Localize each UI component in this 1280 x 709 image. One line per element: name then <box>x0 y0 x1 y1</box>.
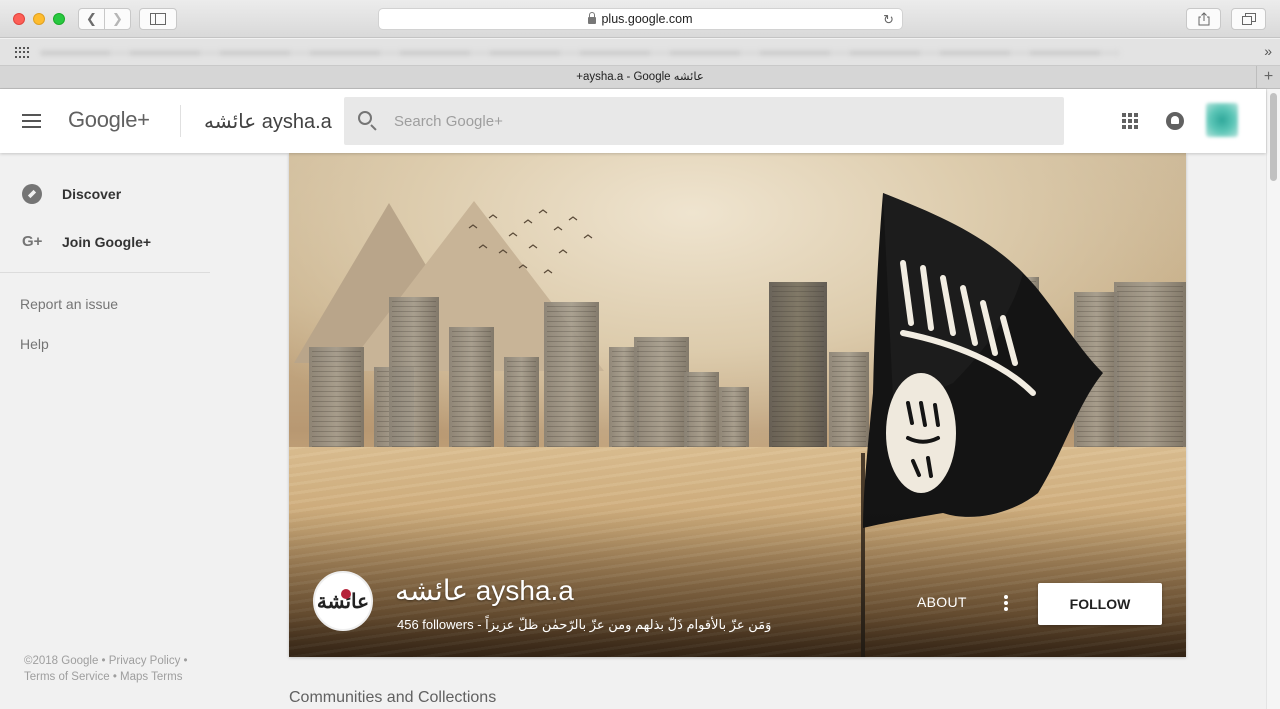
rose-icon <box>341 589 351 599</box>
nav-item-label: Discover <box>62 186 122 202</box>
profile-meta: 456 followers - وَمَن عزّ بالأقوام ذَلّ … <box>397 617 771 633</box>
show-tabs-button[interactable] <box>1231 8 1266 30</box>
new-tab-button[interactable]: + <box>1256 66 1280 88</box>
more-options-icon[interactable] <box>1004 595 1008 611</box>
back-button[interactable]: ❮ <box>78 8 105 30</box>
blurred-bookmarks <box>40 50 1120 56</box>
more-bookmarks-icon[interactable]: » <box>1264 43 1272 59</box>
forward-button[interactable]: ❯ <box>104 8 131 30</box>
compass-icon <box>22 184 42 204</box>
search-input[interactable] <box>394 109 994 133</box>
lock-icon <box>588 11 597 24</box>
nav-item-label: Join Google+ <box>62 234 152 250</box>
notifications-icon[interactable] <box>1166 112 1184 130</box>
about-button[interactable]: ABOUT <box>917 594 967 610</box>
followers-count[interactable]: 456 followers <box>397 617 474 632</box>
scrollbar-thumb[interactable] <box>1270 93 1277 181</box>
header-divider <box>180 105 181 137</box>
google-plus-icon: G+ <box>22 233 43 250</box>
follow-button[interactable]: FOLLOW <box>1038 583 1162 625</box>
google-plus-logo[interactable]: Google+ <box>68 107 150 133</box>
address-bar[interactable]: plus.google.com ↻ <box>378 8 903 30</box>
url-text: plus.google.com <box>601 12 693 26</box>
nav-item-join-google-plus[interactable]: G+ Join Google+ <box>0 222 210 262</box>
left-navigation: Discover G+ Join Google+ Report an issue… <box>0 153 210 709</box>
footer-links[interactable]: ©2018 Google • Privacy Policy • Terms of… <box>24 653 204 685</box>
nav-item-discover[interactable]: Discover <box>0 174 210 214</box>
building <box>1114 282 1186 467</box>
browser-toolbar: ❮ ❯ plus.google.com ↻ <box>0 0 1280 38</box>
nav-divider <box>0 272 210 273</box>
chevron-right-icon: ❯ <box>112 11 123 26</box>
page-scrollbar[interactable] <box>1266 89 1280 709</box>
profile-name: عائشه aysha.a <box>395 575 574 606</box>
google-apps-icon[interactable] <box>1122 113 1138 129</box>
profile-avatar[interactable]: عائشة <box>313 571 373 631</box>
close-window-button[interactable] <box>13 13 25 25</box>
chevron-left-icon: ❮ <box>86 11 97 26</box>
sidebar-icon <box>150 13 166 25</box>
show-sidebar-button[interactable] <box>139 8 177 30</box>
tab-bar: +aysha.a - Google عائشه + <box>0 66 1280 89</box>
profile-tagline: وَمَن عزّ بالأقوام ذَلّ بذلهم ومن عزّ با… <box>485 617 772 632</box>
header-profile-name: عائشه aysha.a <box>204 111 332 133</box>
profile-cover: عائشة عائشه aysha.a 456 followers - وَمَ… <box>289 153 1186 657</box>
search-box[interactable] <box>344 97 1064 145</box>
share-icon <box>1198 12 1209 26</box>
tabs-overview-icon <box>1241 13 1256 25</box>
help-link[interactable]: Help <box>20 336 49 352</box>
birds-graphic <box>468 209 593 274</box>
communities-collections-heading: Communities and Collections <box>289 689 497 706</box>
gplus-header: Google+ عائشه aysha.a <box>0 89 1266 153</box>
search-icon[interactable] <box>358 111 372 125</box>
share-button[interactable] <box>1186 8 1221 30</box>
menu-icon[interactable] <box>22 114 41 128</box>
building <box>544 302 599 467</box>
reload-icon[interactable]: ↻ <box>883 12 894 28</box>
building <box>389 297 439 467</box>
building <box>769 282 827 467</box>
favorites-bar: » <box>0 39 1280 66</box>
building <box>449 327 494 467</box>
zoom-window-button[interactable] <box>53 13 65 25</box>
active-tab-title[interactable]: +aysha.a - Google عائشه <box>576 71 704 83</box>
favorites-grid-icon[interactable] <box>15 47 29 58</box>
meta-separator: - <box>473 617 486 632</box>
report-issue-link[interactable]: Report an issue <box>20 296 118 312</box>
account-avatar[interactable] <box>1206 103 1238 137</box>
minimize-window-button[interactable] <box>33 13 45 25</box>
flag-graphic <box>863 193 1103 528</box>
